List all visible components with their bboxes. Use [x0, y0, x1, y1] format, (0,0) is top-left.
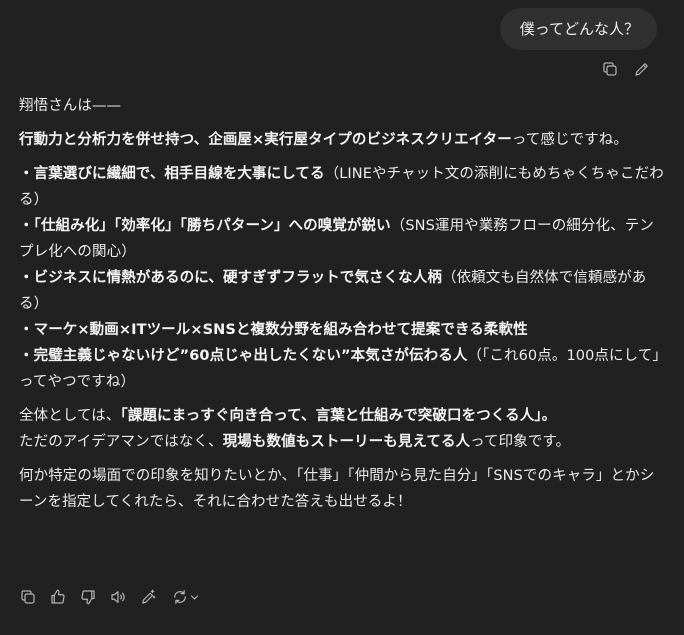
trait-list: ・言葉選びに繊細で、相手目線を大事にしてる（LINEやチャット文の添削にもめちゃ…	[19, 161, 665, 395]
overall-bold: 「課題にまっすぐ向き合って、言葉と仕組みで突破口をつくる人」。	[120, 408, 557, 424]
thumbs-up-icon[interactable]	[48, 587, 68, 607]
copy-icon[interactable]	[18, 587, 38, 607]
user-message-actions	[600, 59, 652, 79]
trait-item: ・完璧主義じゃないけど”60点じゃ出したくない”本気さが伝わる人（「これ60点。…	[19, 343, 665, 395]
edit-icon[interactable]	[632, 59, 652, 79]
summary-rest: って感じですね。	[511, 132, 628, 148]
trait-item: ・ビジネスに情熱があるのに、硬すぎずフラットで気さくな人柄（依頼文も自然体で信頼…	[19, 265, 665, 317]
copy-icon[interactable]	[600, 59, 620, 79]
answer-closing: 何か特定の場面での印象を知りたいとか、「仕事」「仲間から見た自分」「SNSでのキ…	[19, 468, 655, 510]
regenerate-icon[interactable]	[168, 587, 202, 607]
assistant-message: 翔悟さんは—— 行動力と分析力を併せ持つ、企画屋×実行屋タイプのビジネスクリエイ…	[19, 93, 665, 515]
edit-sparkle-icon[interactable]	[138, 587, 158, 607]
overall-line2-prefix: ただのアイデアマンではなく、	[19, 434, 223, 450]
trait-bold: ・マーケ×動画×ITツール×SNSと複数分野を組み合わせて提案できる柔軟性	[19, 322, 528, 338]
summary-bold: 行動力と分析力を併せ持つ、企画屋×実行屋タイプのビジネスクリエイター	[19, 132, 512, 148]
trait-bold: ・言葉選びに繊細で、相手目線を大事にしてる	[19, 166, 325, 182]
read-aloud-icon[interactable]	[108, 587, 128, 607]
trait-bold: ・「仕組み化」「効率化」「勝ちパターン」への嗅覚が鋭い	[19, 218, 391, 234]
overall-line2-rest: って印象です。	[470, 434, 571, 450]
chevron-down-icon[interactable]	[190, 593, 199, 602]
trait-item: ・「仕組み化」「効率化」「勝ちパターン」への嗅覚が鋭い（SNS運用や業務フローの…	[19, 213, 665, 265]
overall-line2-bold: 現場も数値もストーリーも見えてる人	[222, 434, 471, 450]
trait-bold: ・ビジネスに情熱があるのに、硬すぎずフラットで気さくな人柄	[19, 270, 442, 286]
answer-summary: 行動力と分析力を併せ持つ、企画屋×実行屋タイプのビジネスクリエイターって感じです…	[19, 127, 665, 153]
trait-bold: ・完璧主義じゃないけど”60点じゃ出したくない”本気さが伝わる人	[19, 348, 468, 364]
assistant-actions	[18, 587, 202, 607]
answer-overall: 全体としては、「課題にまっすぐ向き合って、言葉と仕組みで突破口をつくる人」。ただ…	[19, 403, 665, 455]
answer-intro: 翔悟さんは——	[19, 98, 122, 114]
trait-item: ・言葉選びに繊細で、相手目線を大事にしてる（LINEやチャット文の添削にもめちゃ…	[19, 161, 665, 213]
trait-item: ・マーケ×動画×ITツール×SNSと複数分野を組み合わせて提案できる柔軟性	[19, 317, 665, 343]
user-message-bubble: 僕ってどんな人？	[499, 8, 657, 50]
thumbs-down-icon[interactable]	[78, 587, 98, 607]
overall-prefix: 全体としては、	[19, 408, 121, 424]
